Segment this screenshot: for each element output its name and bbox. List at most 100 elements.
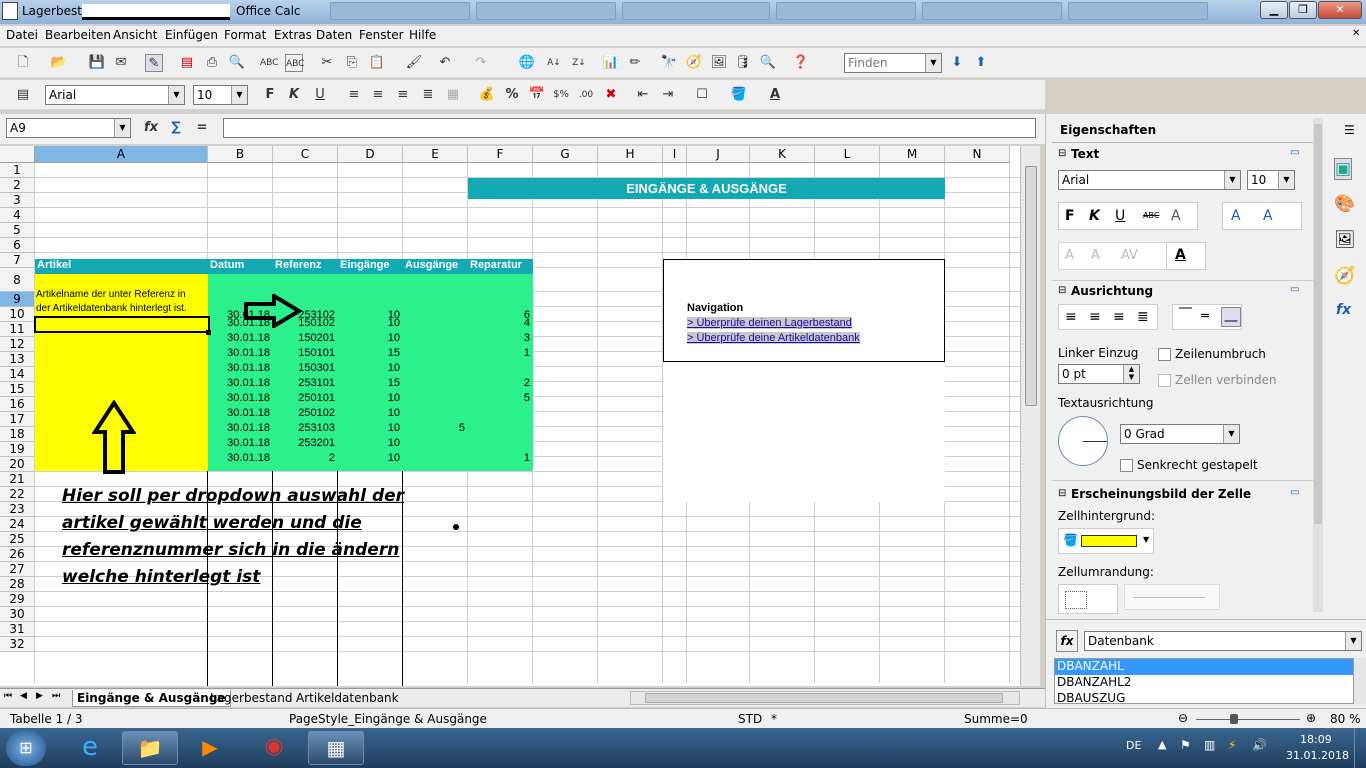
vertical-scroll-thumb[interactable] [1025,166,1037,406]
justify-icon[interactable]: ≣ [419,86,437,104]
table-cell-aus[interactable] [403,377,468,391]
find-replace-icon[interactable]: 🔭 [660,54,678,72]
menu-fenster[interactable]: Fenster [359,28,404,42]
table-cell-ref[interactable]: 253101 [273,377,338,391]
last-sheet-icon[interactable]: ⏭ [52,691,60,701]
row-header[interactable]: 18 [0,427,35,442]
table-cell-ein[interactable]: 10 [338,407,403,421]
edit-mode-icon[interactable]: ✎ [145,54,163,72]
functions-deck-icon[interactable]: fx [1336,302,1351,318]
selection-mode[interactable]: STD [738,712,762,726]
table-cell-rep[interactable]: 1 [468,347,533,361]
calc-task-icon[interactable]: ▦ [308,731,364,765]
clock-date[interactable]: 31.01.2018 [1286,749,1349,762]
column-header-h[interactable]: H [598,146,663,163]
bold-icon[interactable]: F [261,86,279,104]
paste-icon[interactable]: 📋 [368,54,386,72]
column-header-e[interactable]: E [403,146,468,163]
row-header[interactable]: 23 [0,502,35,517]
table-cell-aus[interactable]: 5 [403,422,468,436]
row-header[interactable]: 2 [0,178,35,193]
autospell-icon[interactable]: ABC [285,54,304,72]
category-dropdown-icon[interactable]: ▼ [1345,632,1361,650]
cut-icon[interactable]: ✂ [318,54,336,72]
table-cell-ein[interactable]: 10 [338,422,403,436]
horizontal-scroll-thumb[interactable] [645,693,1003,703]
borders-icon[interactable]: ☐ [693,86,711,104]
sidebar-font-dropdown-icon[interactable]: ▼ [1224,171,1240,189]
row-header[interactable]: 5 [0,223,35,238]
add-decimal-icon[interactable]: .00 [577,86,595,104]
row-header[interactable]: 7 [0,253,35,268]
language-indicator[interactable]: DE [1126,739,1141,752]
table-cell-ein[interactable]: 10 [338,362,403,376]
column-header-b[interactable]: B [208,146,273,163]
background-tab[interactable] [776,2,916,20]
sum-display[interactable]: Summe=0 [964,712,1028,726]
save-icon[interactable]: 💾 [88,54,106,72]
column-header-a[interactable]: A [35,146,208,163]
table-cell-ref[interactable]: 253201 [273,437,338,451]
sidebar-scroll-thumb[interactable] [1314,124,1322,524]
row-header[interactable]: 30 [0,607,35,622]
menu-format[interactable]: Format [224,28,266,42]
grow-font-icon[interactable]: A [1231,208,1241,224]
table-cell-rep[interactable]: 2 [468,377,533,391]
horizontal-scrollbar[interactable] [630,691,1020,705]
sb-align-center-icon[interactable]: ≡ [1089,309,1101,325]
print-icon[interactable]: ⎙ [203,54,221,72]
superscript-icon[interactable]: A [1065,248,1074,263]
menu-einfuegen[interactable]: Einfügen [165,28,218,42]
table-cell-ref[interactable]: 2 [273,452,338,466]
row-header[interactable]: 6 [0,238,35,253]
clock-time[interactable]: 18:09 [1300,733,1332,746]
function-item[interactable]: DBANZAHL2 [1055,675,1353,691]
gallery-icon[interactable]: 🖼 [710,54,728,72]
menu-daten[interactable]: Daten [316,28,352,42]
background-color-icon[interactable]: 🪣 [730,86,748,104]
help-icon[interactable]: ❓ [792,54,810,72]
size-dropdown-icon[interactable]: ▼ [231,86,247,104]
row-header[interactable]: 11 [0,322,35,337]
table-cell-datum[interactable]: 30.01.18 [208,452,273,466]
row-header[interactable]: 15 [0,382,35,397]
angle-combo[interactable]: 0 Grad ▼ [1120,424,1240,444]
table-cell-ein[interactable]: 15 [338,377,403,391]
merge-cells-icon[interactable]: ▦ [444,86,462,104]
function-item[interactable]: DBAUSZUG [1055,691,1353,703]
fill-handle[interactable] [206,330,211,335]
line-style-picker[interactable] [1124,584,1220,610]
alignment-more-options-icon[interactable]: ▭ [1290,284,1299,295]
table-cell-aus[interactable] [403,317,468,331]
power-icon[interactable]: ⚡ [1228,738,1236,752]
column-header-c[interactable]: C [273,146,338,163]
find-input[interactable]: Finden ▼ [844,53,942,73]
row-header[interactable]: 1 [0,163,35,178]
cell-appearance-more-icon[interactable]: ▭ [1290,487,1299,498]
sb-align-right-icon[interactable]: ≡ [1113,309,1125,325]
page-style[interactable]: PageStyle_Eingänge & Ausgänge [289,712,487,726]
font-name-combo[interactable]: Arial ▼ [45,85,185,105]
background-tab[interactable] [476,2,616,20]
table-cell-datum[interactable]: 30.01.18 [208,377,273,391]
artikel-note-line2[interactable]: der Artikeldatenbank hinterlegt ist. [36,303,208,314]
selected-cell-a9[interactable] [34,316,210,333]
angle-dropdown-icon[interactable]: ▼ [1223,425,1239,443]
clone-format-icon[interactable]: 🖌 [405,54,423,72]
row-header[interactable]: 3 [0,193,35,208]
menu-bearbeiten[interactable]: Bearbeiten [45,28,111,42]
table-cell-rep[interactable] [468,362,533,376]
draw-functions-icon[interactable]: ✏ [626,54,644,72]
font-color-icon[interactable]: A [766,86,784,104]
menu-hilfe[interactable]: Hilfe [409,28,436,42]
table-cell-ref[interactable]: 250101 [273,392,338,406]
zoom-out-icon[interactable]: ⊖ [1178,711,1188,725]
header-artikel[interactable]: Artikel [35,259,208,274]
styles-deck-icon[interactable]: 🎨 [1334,194,1355,214]
chart-icon[interactable]: 📊 [602,54,620,72]
border-style-picker[interactable] [1058,584,1118,614]
column-header-d[interactable]: D [338,146,403,163]
row-header[interactable]: 12 [0,337,35,352]
row-header[interactable]: 26 [0,547,35,562]
align-bottom-icon[interactable]: ⎽ [1221,307,1241,327]
